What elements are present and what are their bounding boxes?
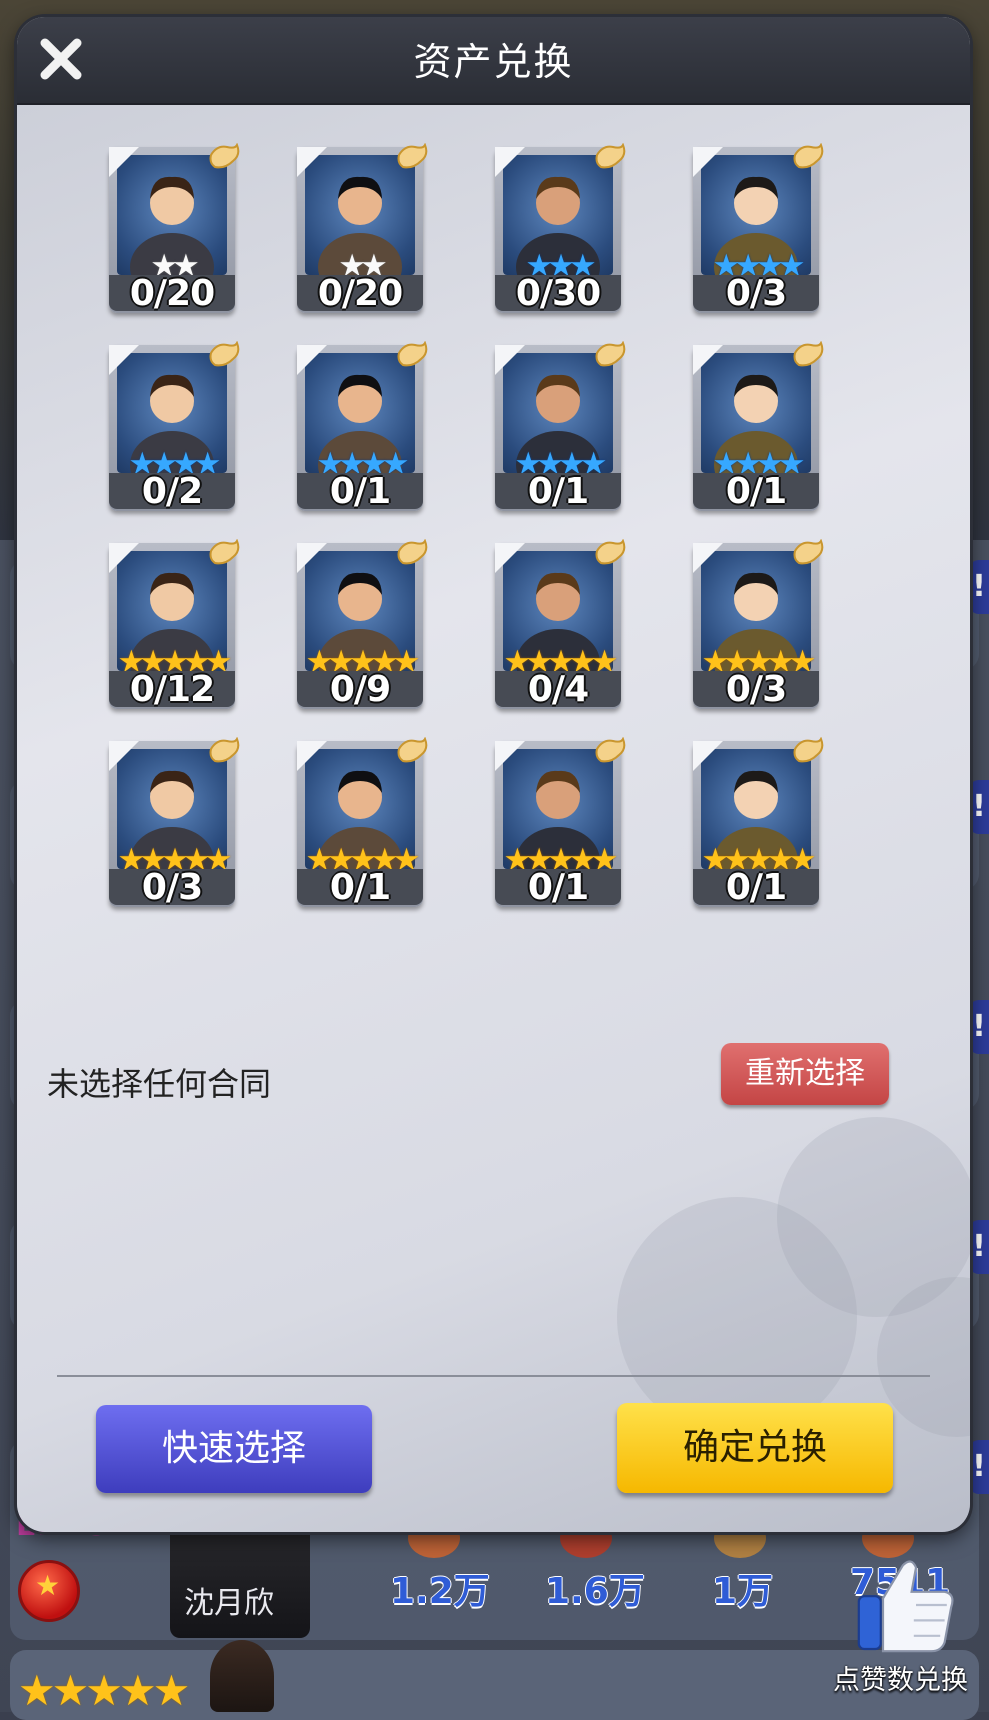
- asset-exchange-dialog: 资产兑换 ★★ 0/20 ★★ 0/20 ★★★ 0/30 ★★★★ 0/3 ★★★★ 0/2 ★★…: [17, 17, 970, 1532]
- contract-card[interactable]: ★★★★★ 0/3: [109, 736, 240, 907]
- card-count: 0/9: [297, 671, 423, 709]
- alert-badge[interactable]: !: [969, 1440, 989, 1494]
- puzzle-piece-icon: [207, 142, 241, 173]
- card-fold: [109, 345, 139, 375]
- card-count: 0/3: [109, 869, 235, 907]
- contract-card[interactable]: ★★ 0/20: [109, 142, 240, 313]
- contract-card[interactable]: ★★★★ 0/1: [693, 340, 824, 511]
- selection-status: 未选择任何合同: [47, 1065, 272, 1103]
- card-count: 0/20: [109, 275, 235, 313]
- contract-card[interactable]: ★★★★★ 0/1: [693, 736, 824, 907]
- stat-value: 1万: [712, 1571, 774, 1612]
- contract-card[interactable]: ★★★★ 0/1: [495, 340, 626, 511]
- stat-value: 1.2万: [390, 1571, 490, 1612]
- card-fold: [297, 147, 327, 177]
- rank-stars-icon: ★★★★★: [18, 1666, 190, 1715]
- card-count: 0/2: [109, 473, 235, 511]
- dialog-title: 资产兑换: [413, 40, 574, 84]
- contract-card[interactable]: ★★★★ 0/3: [693, 142, 824, 313]
- contract-card[interactable]: ★★★★★ 0/3: [693, 538, 824, 709]
- puzzle-piece-icon: [207, 538, 241, 569]
- card-count: 0/3: [693, 671, 819, 709]
- quick-select-button[interactable]: 快速选择: [96, 1405, 372, 1493]
- contract-card[interactable]: ★★★★★ 0/1: [297, 736, 428, 907]
- card-count: 0/1: [297, 869, 423, 907]
- puzzle-piece-icon: [207, 340, 241, 371]
- puzzle-piece-icon: [395, 736, 429, 767]
- contract-card[interactable]: ★★★★★ 0/12: [109, 538, 240, 709]
- card-count: 0/1: [495, 473, 621, 511]
- contract-card[interactable]: ★★★★ 0/1: [297, 340, 428, 511]
- puzzle-piece-icon: [791, 538, 825, 569]
- card-fold: [297, 543, 327, 573]
- divider: [57, 1375, 930, 1377]
- card-fold: [109, 543, 139, 573]
- card-fold: [693, 741, 723, 771]
- reselect-button[interactable]: 重新选择: [721, 1043, 889, 1105]
- alert-badge[interactable]: !: [969, 1000, 989, 1054]
- confirm-exchange-button[interactable]: 确定兑换: [617, 1403, 893, 1493]
- puzzle-piece-icon: [593, 736, 627, 767]
- card-fold: [109, 741, 139, 771]
- puzzle-piece-icon: [593, 538, 627, 569]
- card-fold: [693, 345, 723, 375]
- dialog-header: 资产兑换: [17, 17, 970, 105]
- card-count: 0/20: [297, 275, 423, 313]
- like-exchange-button[interactable]: 点赞数兑换: [830, 1550, 989, 1712]
- like-exchange-label: 点赞数兑换: [833, 1665, 968, 1696]
- card-fold: [109, 147, 139, 177]
- alert-badge[interactable]: !: [969, 560, 989, 614]
- contract-card[interactable]: ★★★ 0/30: [495, 142, 626, 313]
- card-count: 0/3: [693, 275, 819, 313]
- contract-card[interactable]: ★★ 0/20: [297, 142, 428, 313]
- puzzle-piece-icon: [207, 736, 241, 767]
- puzzle-piece-icon: [791, 736, 825, 767]
- card-count: 0/12: [109, 671, 235, 709]
- card-fold: [495, 543, 525, 573]
- contract-card[interactable]: ★★★★ 0/2: [109, 340, 240, 511]
- contract-card[interactable]: ★★★★★ 0/9: [297, 538, 428, 709]
- card-count: 0/1: [693, 473, 819, 511]
- card-count: 0/1: [693, 869, 819, 907]
- puzzle-piece-icon: [791, 340, 825, 371]
- card-count: 0/1: [495, 869, 621, 907]
- card-fold: [495, 147, 525, 177]
- puzzle-piece-icon: [395, 340, 429, 371]
- alert-badge[interactable]: !: [969, 780, 989, 834]
- alert-badge[interactable]: !: [969, 1220, 989, 1274]
- card-fold: [297, 345, 327, 375]
- thumbs-up-icon: [857, 1560, 954, 1653]
- puzzle-piece-icon: [791, 142, 825, 173]
- contract-card[interactable]: ★★★★★ 0/4: [495, 538, 626, 709]
- contract-card[interactable]: ★★★★★ 0/1: [495, 736, 626, 907]
- player-name: 沈月欣: [184, 1586, 274, 1621]
- card-fold: [495, 741, 525, 771]
- player-avatar: [210, 1640, 274, 1712]
- card-count: 0/1: [297, 473, 423, 511]
- stat-value: 1.6万: [545, 1571, 645, 1612]
- card-count: 0/4: [495, 671, 621, 709]
- card-fold: [693, 147, 723, 177]
- card-fold: [297, 741, 327, 771]
- rank-medal-icon: [18, 1560, 80, 1622]
- puzzle-piece-icon: [395, 538, 429, 569]
- card-fold: [495, 345, 525, 375]
- card-count: 0/30: [495, 275, 621, 313]
- puzzle-piece-icon: [395, 142, 429, 173]
- puzzle-piece-icon: [593, 142, 627, 173]
- card-fold: [693, 543, 723, 573]
- puzzle-piece-icon: [593, 340, 627, 371]
